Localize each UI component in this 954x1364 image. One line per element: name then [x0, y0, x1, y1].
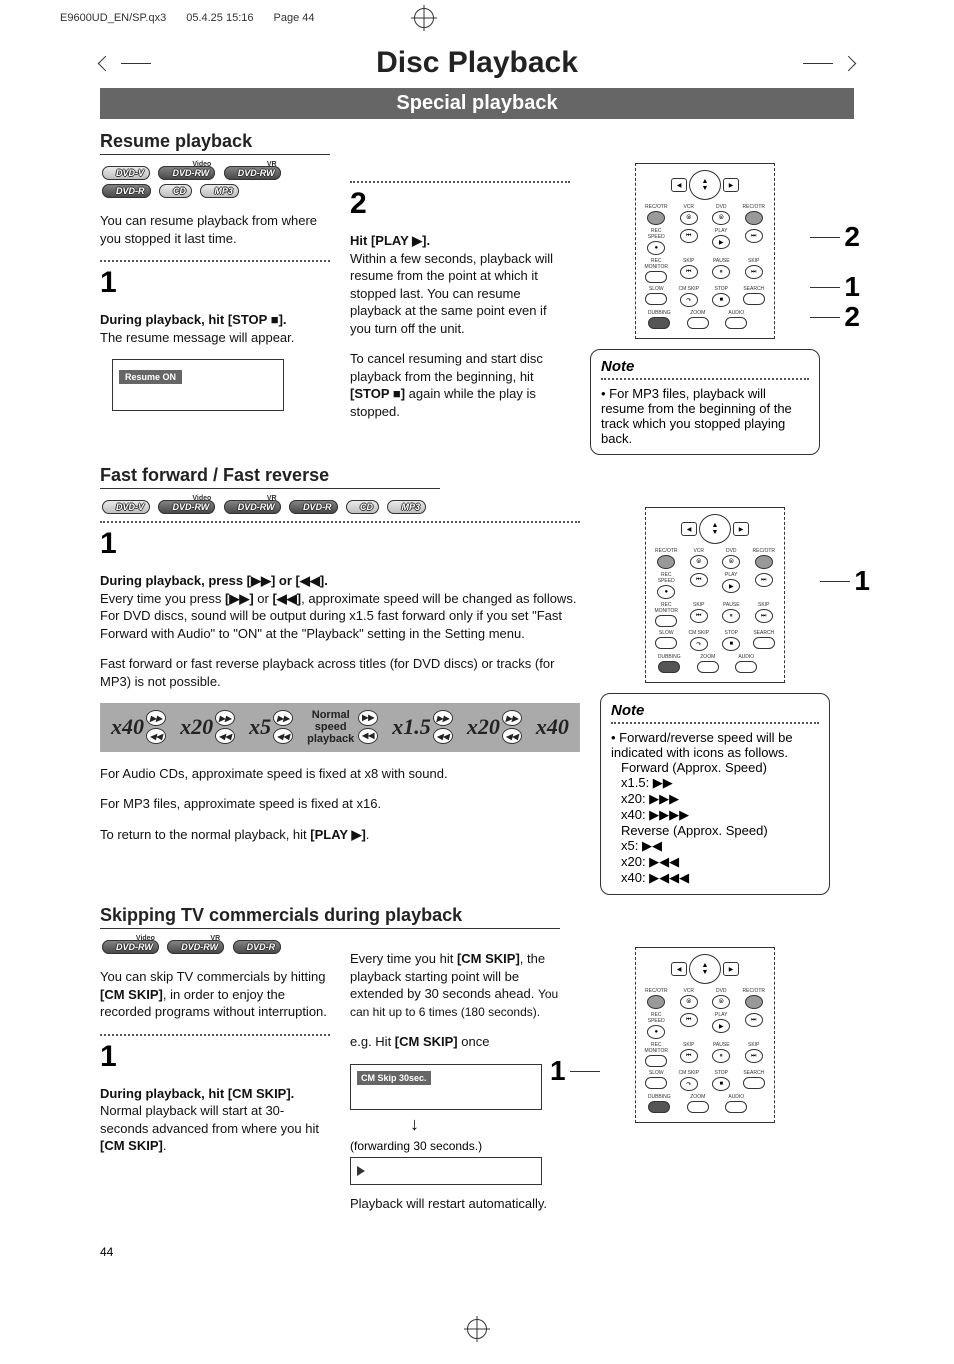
separator [350, 181, 570, 183]
note-title: Note [601, 358, 809, 375]
resume-badges: DVD-V VideoDVD-RW VRDVD-RW DVD-R CD MP3 [100, 163, 330, 199]
ff-para5: To return to the normal playback, hit [P… [100, 826, 580, 844]
remote-illustration-1: ◀ ▲▼ ▶ REC/OTR VCR⦾ DVD⦾ REC/OTR REC SPE… [590, 163, 820, 339]
separator [100, 521, 580, 523]
cmskip-restart: Playback will restart automatically. [350, 1195, 570, 1213]
speed-x20b: x20▶▶◀◀ [467, 710, 522, 744]
resume-step2-cancel: To cancel resuming and start disc playba… [350, 350, 570, 420]
separator [100, 1034, 330, 1036]
cmskip-col2-p2: e.g. Hit [CM SKIP] once [350, 1033, 570, 1051]
cmskip-step1-num: 1 [100, 1042, 330, 1072]
badge: DVD-R [233, 940, 282, 954]
note-speed: x20: ▶▶▶ [621, 791, 819, 807]
subtitle-bar: Special playback [100, 88, 854, 119]
note-fwd-heading: Forward (Approx. Speed) [621, 760, 819, 775]
speed-x40: x40▶▶◀◀ [111, 710, 166, 744]
registration-mark-icon [467, 1319, 487, 1339]
speed-normal: Normalspeedplayback▶▶◀◀ [307, 709, 378, 745]
resume-step1-num: 1 [100, 268, 330, 298]
badge-mp3: MP3 [200, 184, 239, 198]
badge: VRDVD-RW [167, 940, 224, 954]
play-icon [357, 1166, 365, 1176]
cmskip-label: CM Skip 30sec. [357, 1071, 431, 1085]
arrow-down-icon: ↓ [410, 1114, 570, 1135]
callout-1: 1 [550, 1055, 566, 1087]
ff-para2: Fast forward or fast reverse playback ac… [100, 655, 580, 690]
resume-on-label: Resume ON [119, 370, 182, 384]
ff-step1-text: During playback, press [▶▶] or [◀◀]. Eve… [100, 572, 580, 642]
chevron-right-icon [841, 55, 857, 71]
registration-mark-icon [414, 8, 434, 28]
note-speed: x40: ▶◀◀◀ [621, 870, 819, 886]
speed-x15: x1.5▶▶◀◀ [392, 710, 453, 744]
cmskip-forward-label: (forwarding 30 seconds.) [350, 1139, 570, 1153]
cmskip-col2-p1: Every time you hit [CM SKIP], the playba… [350, 950, 570, 1020]
note-box-1: Note • For MP3 files, playback will resu… [590, 349, 820, 455]
ff-heading: Fast forward / Fast reverse [100, 465, 440, 489]
badge-dvdrw-video: VideoDVD-RW [158, 166, 215, 180]
badge-cd: CD [159, 184, 192, 198]
doc-timestamp: 05.4.25 15:16 [186, 12, 253, 24]
ff-step1-num: 1 [100, 529, 580, 559]
callout-1: 1 [844, 271, 860, 303]
badge-dvdv: DVD-V [102, 166, 150, 180]
badge: DVD-V [102, 500, 150, 514]
note-speed: x1.5: ▶▶ [621, 775, 819, 791]
note-speed: x5: ▶◀ [621, 838, 819, 854]
doc-pageinfo: Page 44 [274, 12, 315, 24]
cmskip-badges: VideoDVD-RW VRDVD-RW DVD-R [100, 937, 330, 955]
badge: MP3 [387, 500, 426, 514]
page-number: 44 [100, 1245, 854, 1259]
resume-heading: Resume playback [100, 131, 330, 155]
badge-dvdrw-vr: VRDVD-RW [224, 166, 281, 180]
callout-2b: 2 [844, 301, 860, 333]
speed-diagram: x40▶▶◀◀ x20▶▶◀◀ x5▶▶◀◀ Normalspeedplayba… [100, 703, 580, 751]
resume-step2: Hit [PLAY ▶].Within a few seconds, playb… [350, 232, 570, 337]
resume-step1: During playback, hit [STOP ■].The resume… [100, 311, 330, 346]
ff-para4: For MP3 files, approximate speed is fixe… [100, 795, 580, 813]
badge-dvdr: DVD-R [102, 184, 151, 198]
note-speed: x20: ▶◀◀ [621, 854, 819, 870]
ff-para3: For Audio CDs, approximate speed is fixe… [100, 765, 580, 783]
badge: DVD-R [289, 500, 338, 514]
chevron-left-icon [98, 55, 114, 71]
callout-1: 1 [854, 565, 870, 597]
doc-filename: E9600UD_EN/SP.qx3 [60, 12, 166, 24]
badge: VideoDVD-RW [158, 500, 215, 514]
remote-illustration-3: ◀ ▲▼ ▶ REC/OTR VCR⦾ DVD⦾ REC/OTR REC SPE… [590, 947, 820, 1123]
resume-step2-num: 2 [350, 189, 570, 219]
cmskip-intro: You can skip TV commercials by hitting [… [100, 968, 330, 1021]
note-speed: x40: ▶▶▶▶ [621, 807, 819, 823]
cmskip-step1: During playback, hit [CM SKIP].Normal pl… [100, 1085, 330, 1155]
note-box-2: Note • Forward/reverse speed will be ind… [600, 693, 830, 895]
speed-x5: x5▶▶◀◀ [249, 710, 293, 744]
page-title: Disc Playback [161, 46, 793, 80]
badge: CD [346, 500, 379, 514]
note-line: • Forward/reverse speed will be indicate… [611, 730, 819, 760]
resume-on-display: Resume ON [112, 359, 284, 411]
cmskip-track [350, 1157, 542, 1185]
note-rev-heading: Reverse (Approx. Speed) [621, 823, 819, 838]
separator [100, 260, 330, 262]
ff-badges: DVD-V VideoDVD-RW VRDVD-RW DVD-R CD MP3 [100, 497, 580, 515]
badge: VideoDVD-RW [102, 940, 159, 954]
remote-illustration-2: ◀ ▲▼ ▶ REC/OTR VCR⦾ DVD⦾ REC/OTR REC SPE… [600, 507, 830, 683]
note-title: Note [611, 702, 819, 719]
speed-x20: x20▶▶◀◀ [180, 710, 235, 744]
callout-2: 2 [844, 221, 860, 253]
resume-intro: You can resume playback from where you s… [100, 212, 330, 247]
cmskip-display: CM Skip 30sec. [350, 1064, 542, 1110]
speed-x40b: x40 [536, 714, 569, 740]
badge: VRDVD-RW [224, 500, 281, 514]
note-text: • For MP3 files, playback will resume fr… [601, 386, 809, 446]
cmskip-heading: Skipping TV commercials during playback [100, 905, 560, 929]
